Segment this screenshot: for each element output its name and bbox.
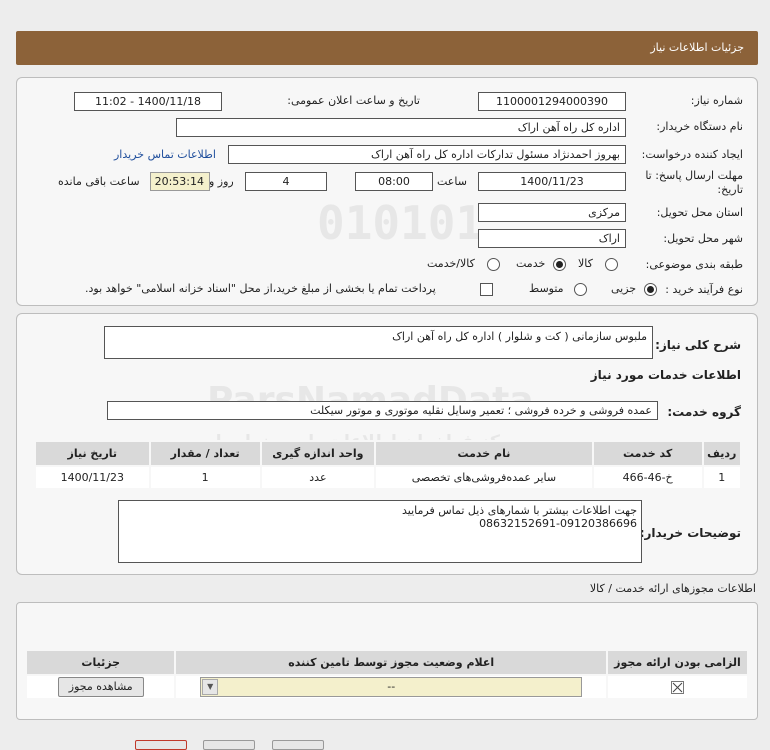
need-number-label: شماره نیاز:	[690, 94, 743, 107]
col-date-header: تاریخ نیاز	[34, 440, 151, 467]
cell-details: مشاهده مجوز	[24, 674, 177, 700]
cell-date: 1400/11/23	[34, 465, 151, 490]
need-info-panel: 010101 شماره نیاز: 1100001294000390 تاری…	[16, 77, 758, 306]
category-radio-service[interactable]	[553, 258, 566, 271]
requester-field[interactable]: بهروز احمدنژاد مسئول تدارکات اداره کل را…	[228, 145, 626, 164]
remaining-label: ساعت باقی مانده	[58, 175, 140, 188]
process-radio-minor[interactable]	[644, 283, 657, 296]
category-radio-goods[interactable]	[605, 258, 618, 271]
bottom-button-3[interactable]	[272, 740, 324, 750]
col-name-header: نام خدمت	[374, 440, 594, 467]
deadline-date-field[interactable]: 1400/11/23	[478, 172, 626, 191]
watermark-digits: 010101	[317, 196, 484, 250]
services-heading: اطلاعات خدمات مورد نیاز	[590, 368, 741, 382]
requester-label: ایجاد کننده درخواست:	[641, 148, 743, 161]
treasury-payment-checkbox[interactable]	[480, 283, 493, 296]
page-title: جزئیات اطلاعات نیاز	[16, 31, 758, 65]
cell-required	[605, 674, 750, 700]
city-field[interactable]: اراک	[478, 229, 626, 248]
bottom-button-2[interactable]	[203, 740, 255, 750]
buyer-notes-line-1: جهت اطلاعات بیشتر با شمارهای ذیل تماس فر…	[401, 504, 637, 517]
summary-label: شرح کلی نیاز:	[655, 338, 741, 352]
process-option-minor: جزیی	[611, 282, 637, 295]
col-details-header: جزئیات	[24, 649, 177, 676]
service-group-label: گروه خدمت:	[667, 405, 741, 419]
required-checkbox	[670, 680, 684, 694]
col-required-header: الزامی بودن ارائه مجوز	[605, 649, 750, 676]
process-label: نوع فرآیند خرید :	[665, 283, 743, 296]
deadline-hour-label: ساعت	[437, 175, 467, 188]
process-radio-medium[interactable]	[574, 283, 587, 296]
bottom-button-1[interactable]	[135, 740, 187, 750]
category-label: طبقه بندی موضوعی:	[645, 258, 743, 271]
deadline-label-date: تاریخ:	[717, 183, 743, 196]
permits-heading: اطلاعات مجوزهای ارائه خدمت / کالا	[589, 582, 756, 595]
buyer-notes-label: توضیحات خریدار:	[639, 526, 741, 540]
remaining-time-field: 20:53:14	[150, 172, 210, 191]
col-status-header: اعلام وضعیت مجوز توسط تامین کننده	[174, 649, 608, 676]
buyer-org-label: نام دستگاه خریدار:	[656, 120, 743, 133]
buyer-notes-field[interactable]: جهت اطلاعات بیشتر با شمارهای ذیل تماس فر…	[118, 500, 642, 563]
col-code-header: کد خدمت	[591, 440, 704, 467]
category-option-goods: کالا	[578, 257, 593, 270]
permits-panel: الزامی بودن ارائه مجوز اعلام وضعیت مجوز …	[16, 602, 758, 720]
service-group-field[interactable]: عمده فروشی و خرده فروشی ؛ تعمیر وسایل نق…	[107, 401, 658, 420]
category-option-goods-service: کالا/خدمت	[427, 257, 475, 270]
category-radio-goods-service[interactable]	[487, 258, 500, 271]
cell-qty: 1	[148, 465, 262, 490]
chevron-down-icon[interactable]: ▼	[202, 679, 219, 695]
deadline-label: مهلت ارسال پاسخ: تا	[645, 169, 743, 182]
cell-row: 1	[701, 465, 743, 490]
need-details-panel: ParsNamadData مرکز فراخوان اطلاعات پارس …	[16, 313, 758, 575]
summary-field[interactable]: ملبوس سازمانی ( کت و شلوار ) اداره کل را…	[104, 326, 653, 359]
permit-status-select[interactable]: -- ▼	[200, 677, 583, 697]
col-unit-header: واحد اندازه گیری	[259, 440, 377, 467]
col-qty-header: تعداد / مقدار	[148, 440, 262, 467]
announce-field[interactable]: 1400/11/18 - 11:02	[74, 92, 222, 111]
table-row: -- ▼ مشاهده مجوز	[24, 674, 750, 700]
province-label: استان محل تحویل:	[656, 206, 743, 219]
cell-name: سایر عمده‌فروشی‌های تخصصی	[374, 465, 594, 490]
days-field[interactable]: 4	[245, 172, 327, 191]
announce-label: تاریخ و ساعت اعلان عمومی:	[287, 94, 420, 107]
process-option-medium: متوسط	[529, 282, 564, 295]
province-field[interactable]: مرکزی	[478, 203, 626, 222]
view-permit-button[interactable]: مشاهده مجوز	[57, 677, 144, 697]
services-table: ردیف کد خدمت نام خدمت واحد اندازه گیری ت…	[34, 440, 743, 490]
permits-table: الزامی بودن ارائه مجوز اعلام وضعیت مجوز …	[24, 649, 750, 700]
cell-status: -- ▼	[174, 674, 608, 700]
need-number-field[interactable]: 1100001294000390	[478, 92, 626, 111]
buyer-org-field[interactable]: اداره کل راه آهن اراک	[176, 118, 626, 137]
buyer-notes-line-2: 08632152691-09120386696	[479, 517, 637, 530]
buyer-contact-link[interactable]: اطلاعات تماس خریدار	[114, 148, 216, 161]
treasury-payment-note: پرداخت تمام یا بخشی از مبلغ خرید،از محل …	[85, 282, 436, 295]
city-label: شهر محل تحویل:	[663, 232, 743, 245]
deadline-hour-field[interactable]: 08:00	[355, 172, 433, 191]
permit-status-value: --	[387, 680, 396, 693]
days-label: روز و	[209, 175, 234, 188]
table-row: 1 خ-46-466 سایر عمده‌فروشی‌های تخصصی عدد…	[34, 465, 743, 490]
col-row-header: ردیف	[701, 440, 743, 467]
cell-unit: عدد	[259, 465, 377, 490]
category-option-service: خدمت	[516, 257, 546, 270]
cell-code: خ-46-466	[591, 465, 704, 490]
